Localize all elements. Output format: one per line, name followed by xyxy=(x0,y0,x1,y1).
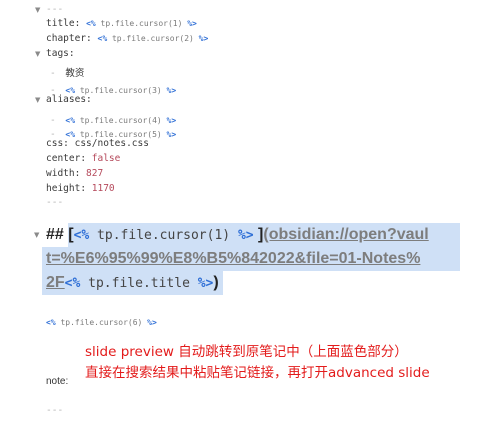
frontmatter-open-fence: --- xyxy=(46,4,64,15)
heading-template-title: <% tp.file.title %> xyxy=(64,276,214,291)
heading-line-3[interactable]: 2F<% tp.file.title %>) xyxy=(46,272,219,295)
chapter-key: chapter: xyxy=(46,33,92,44)
heading-template-cursor: <% tp.file.cursor(1) %> xyxy=(73,228,254,243)
width-value: 827 xyxy=(80,168,104,179)
title-template: <% tp.file.cursor(1) %> xyxy=(86,19,197,28)
height-value: 1170 xyxy=(86,183,115,194)
tags-key: tags: xyxy=(46,48,75,59)
note-label: note: xyxy=(46,376,69,387)
obsidian-link[interactable]: (obsidian://open?vaul xyxy=(263,226,428,243)
frontmatter-center-line: center: false xyxy=(46,153,121,164)
chevron-down-icon[interactable]: ▼ xyxy=(35,96,40,104)
chevron-down-icon[interactable]: ▼ xyxy=(35,6,40,14)
obsidian-link[interactable]: 2F xyxy=(46,274,65,291)
frontmatter-width-line: width: 827 xyxy=(46,168,104,179)
heading-marker: ## xyxy=(46,226,64,243)
frontmatter-css-line: css: css/notes.css xyxy=(46,138,149,149)
title-key: title: xyxy=(46,18,81,29)
center-value: false xyxy=(86,153,121,164)
aliases-key: aliases: xyxy=(46,94,92,105)
frontmatter-chapter-line: chapter: <% tp.file.cursor(2) %> xyxy=(46,32,208,45)
cursor6-template: <% tp.file.cursor(6) %> xyxy=(46,318,157,327)
obsidian-link[interactable]: t=%E6%95%99%E8%B5%842022&file=01-Notes% xyxy=(46,250,420,267)
frontmatter-height-line: height: 1170 xyxy=(46,183,115,194)
annotation-line-1: slide preview 自动跳转到原笔记中（上面蓝色部分） xyxy=(85,344,408,360)
css-value: css/notes.css xyxy=(68,138,149,149)
chevron-down-icon[interactable]: ▼ xyxy=(35,50,40,58)
chevron-down-icon[interactable]: ▼ xyxy=(34,231,39,239)
heading-line-2[interactable]: t=%E6%95%99%E8%B5%842022&file=01-Notes% xyxy=(46,248,420,270)
frontmatter-title-line: title: <% tp.file.cursor(1) %> xyxy=(46,17,197,30)
frontmatter-close-fence: --- xyxy=(46,197,64,208)
chapter-template: <% tp.file.cursor(2) %> xyxy=(97,34,209,43)
heading-line-1[interactable]: ## [<% tp.file.cursor(1) %> ](obsidian:/… xyxy=(46,224,429,247)
annotation-line-2: 直接在搜索结果中粘贴笔记链接，再打开advanced slide xyxy=(85,365,430,381)
bottom-fence: --- xyxy=(46,405,64,416)
